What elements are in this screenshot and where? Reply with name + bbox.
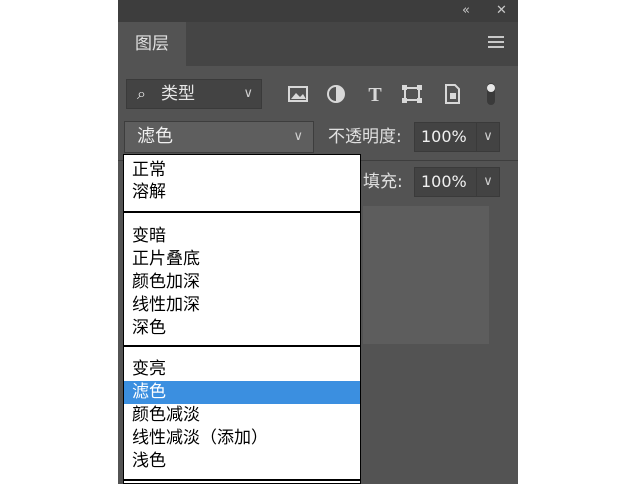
tab-layers[interactable]: 图层: [118, 22, 186, 66]
blend-option-color-burn[interactable]: 颜色加深: [124, 271, 360, 294]
blend-option-color-dodge[interactable]: 颜色减淡: [124, 404, 360, 427]
chevron-down-icon: ∨: [483, 129, 493, 144]
close-icon[interactable]: ✕: [496, 2, 507, 20]
chevron-down-icon: ∨: [483, 174, 493, 189]
blend-option-dissolve[interactable]: 溶解: [124, 181, 360, 204]
blend-mode-value: 滤色: [137, 126, 173, 147]
chevron-down-icon: ∨: [243, 86, 253, 101]
panel-titlebar: « ✕: [118, 0, 518, 22]
blend-option-screen[interactable]: 滤色: [124, 381, 360, 404]
blend-mode-select[interactable]: 滤色 ∨: [124, 121, 314, 153]
blend-option-multiply[interactable]: 正片叠底: [124, 248, 360, 271]
shape-filter-icon[interactable]: [400, 80, 424, 108]
layer-list-area[interactable]: [363, 206, 489, 344]
blend-option-lighter-color[interactable]: 浅色: [124, 450, 360, 473]
svg-text:T: T: [368, 84, 382, 106]
chevron-down-icon: ∨: [293, 129, 303, 144]
blend-option-normal[interactable]: 正常: [124, 159, 360, 182]
filter-type-value: 类型: [161, 84, 195, 104]
double-chevron-left-icon[interactable]: «: [462, 2, 470, 20]
opacity-dropdown-button[interactable]: ∨: [476, 122, 500, 152]
type-filter-icon[interactable]: T: [363, 80, 387, 108]
blend-option-linear-dodge[interactable]: 线性减淡（添加）: [124, 427, 360, 450]
adjustment-filter-icon[interactable]: [324, 80, 348, 108]
opacity-label: 不透明度:: [328, 127, 402, 147]
filter-type-select[interactable]: ⌕ 类型 ∨: [126, 79, 262, 109]
smart-object-filter-icon[interactable]: [440, 80, 464, 108]
panel-menu-icon[interactable]: [488, 36, 504, 50]
image-filter-icon[interactable]: [286, 80, 310, 108]
blend-option-darken[interactable]: 变暗: [124, 225, 360, 248]
tab-bar: 图层: [118, 22, 518, 66]
blend-option-darker-color[interactable]: 深色: [124, 317, 360, 340]
search-icon: ⌕: [137, 84, 146, 103]
fill-label: 填充:: [363, 172, 403, 192]
blend-option-linear-burn[interactable]: 线性加深: [124, 294, 360, 317]
filter-toggle-icon[interactable]: [484, 80, 498, 108]
fill-dropdown-button[interactable]: ∨: [476, 167, 500, 197]
blend-mode-dropdown: 正常 溶解 变暗 正片叠底 颜色加深 线性加深 深色 变亮 滤色 颜色减淡 线性…: [123, 154, 361, 484]
dropdown-separator: [124, 479, 360, 481]
blend-option-lighten[interactable]: 变亮: [124, 358, 360, 381]
dropdown-separator: [124, 345, 360, 347]
dropdown-separator: [124, 211, 360, 213]
